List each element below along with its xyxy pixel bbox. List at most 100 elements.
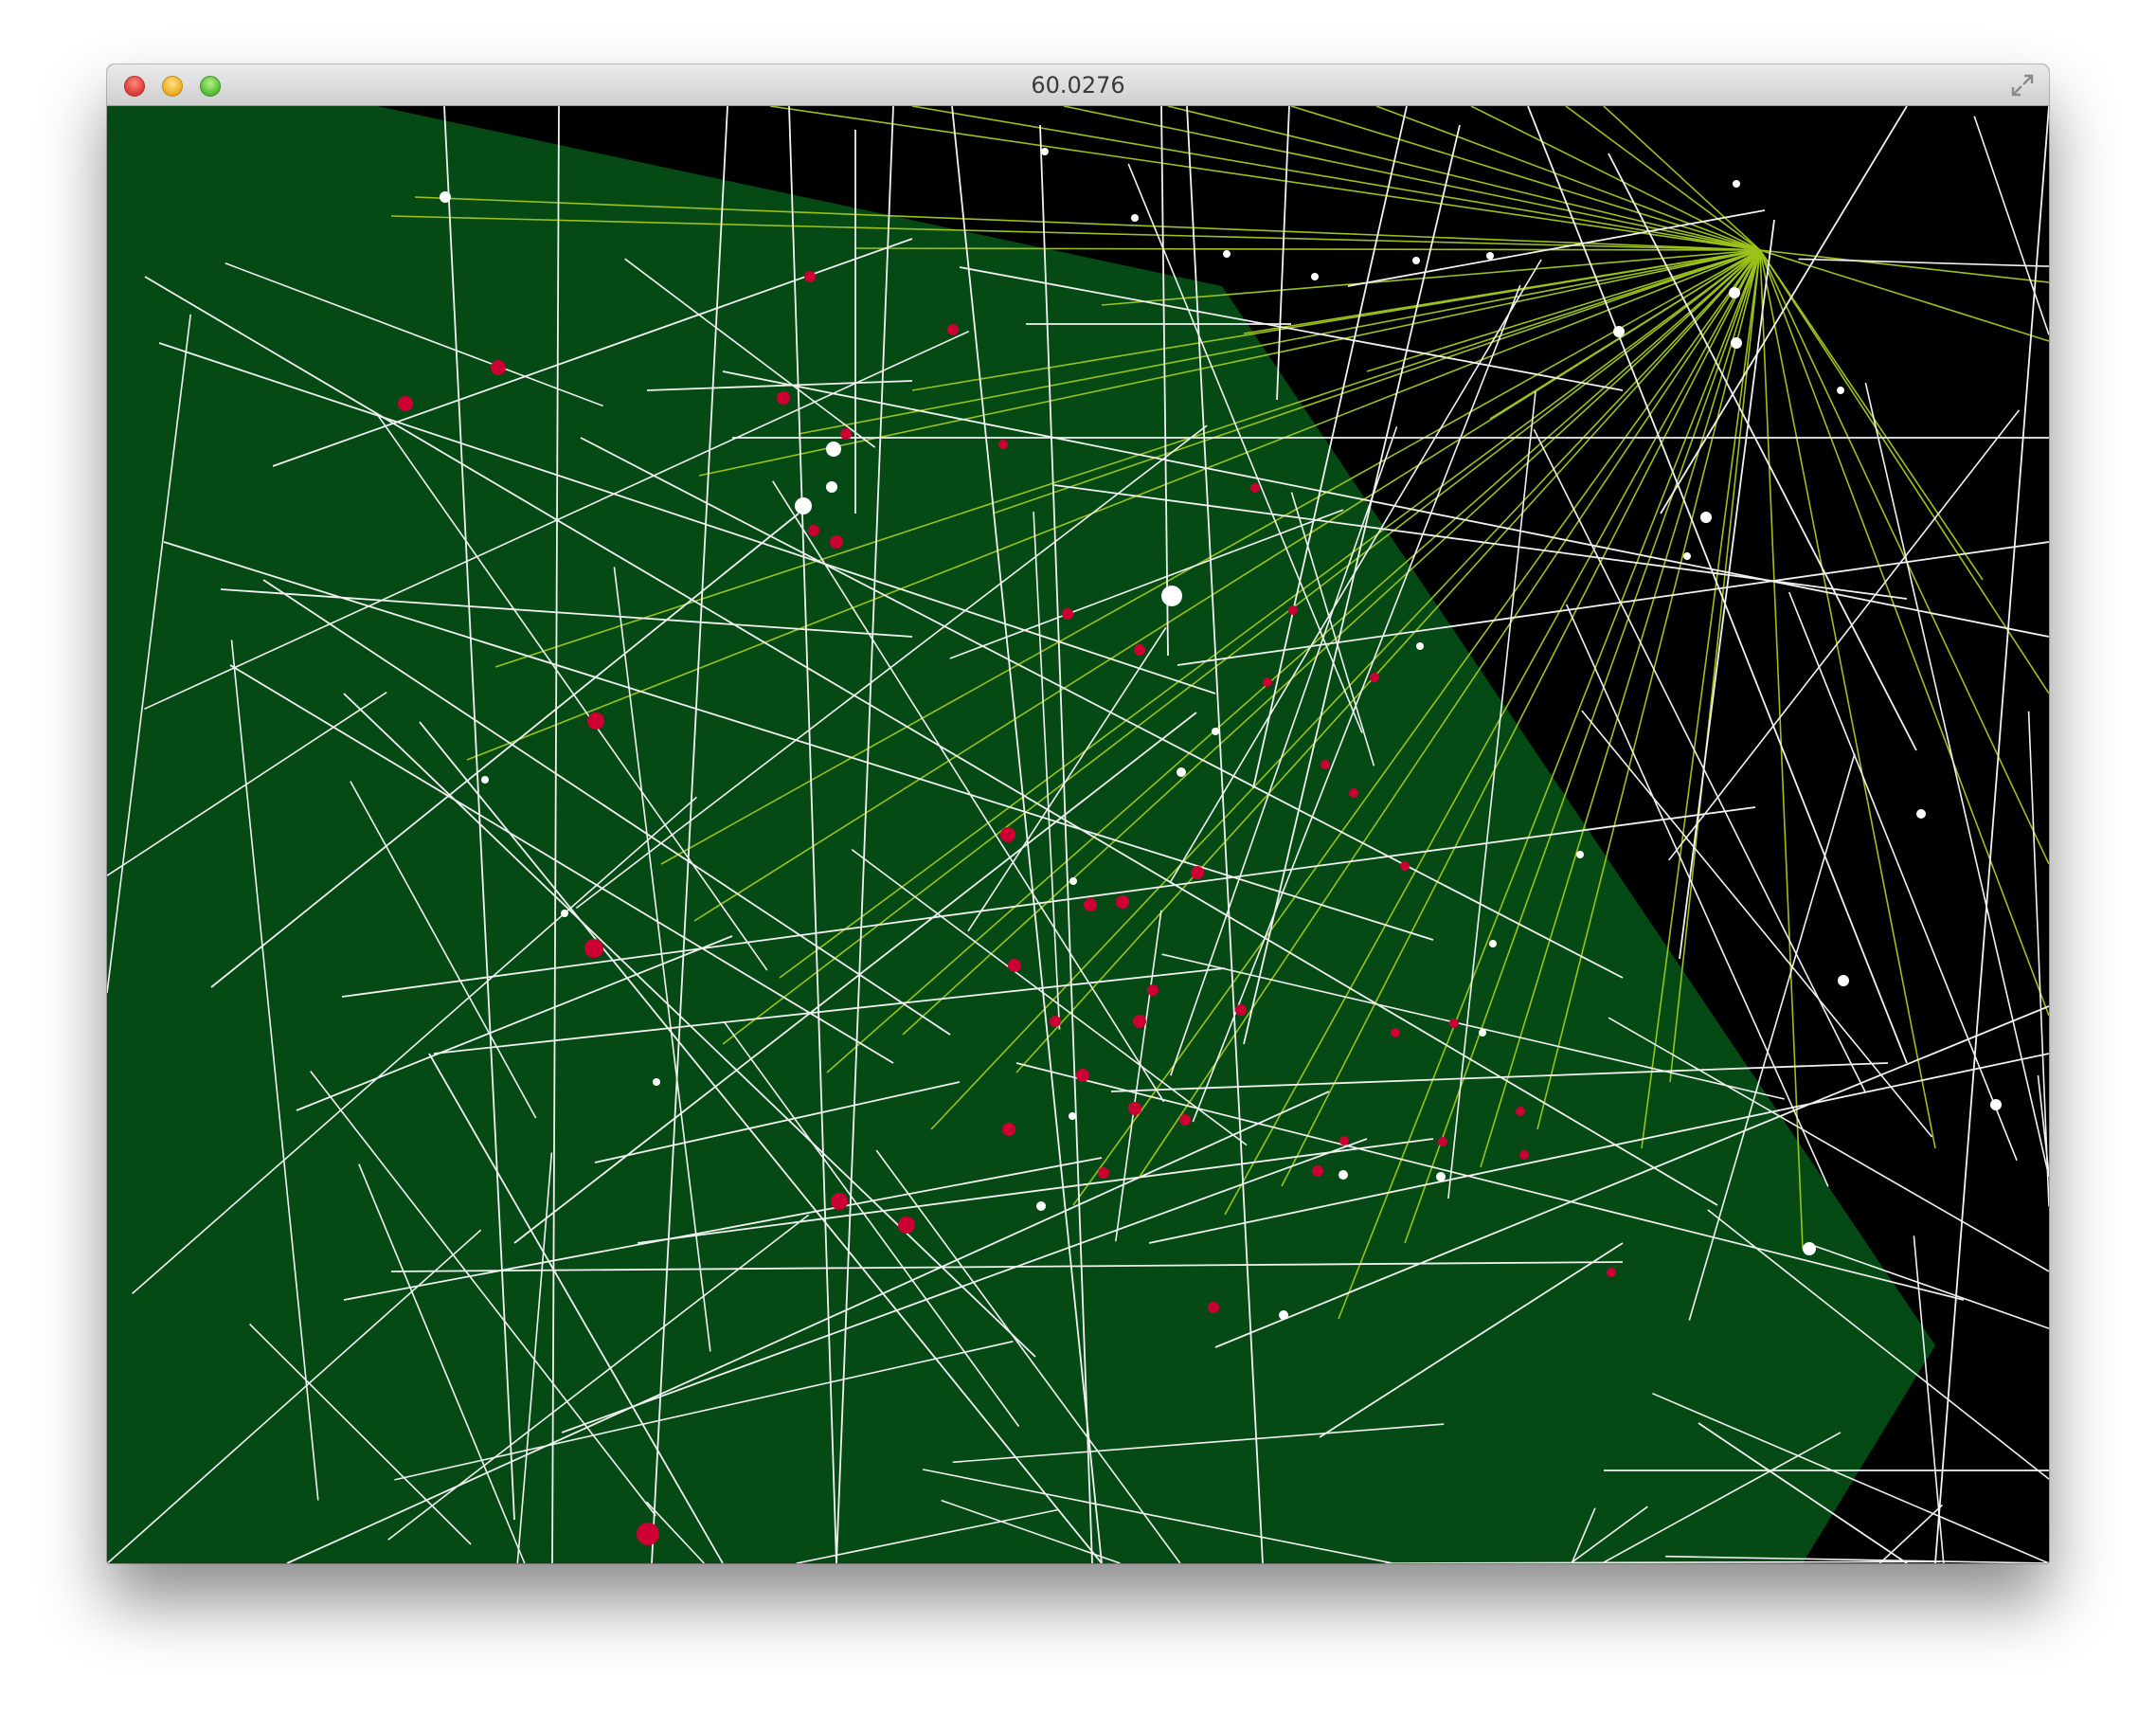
obstacle-segment bbox=[1864, 382, 2049, 1178]
white-marker bbox=[1069, 1112, 1076, 1120]
light-ray bbox=[1063, 105, 1761, 251]
white-marker bbox=[1212, 728, 1219, 735]
red-marker bbox=[998, 440, 1008, 449]
red-marker bbox=[830, 535, 843, 549]
white-marker bbox=[826, 481, 837, 493]
title-bar[interactable]: 60.0276 bbox=[107, 64, 2049, 106]
light-ray bbox=[1167, 105, 1761, 251]
red-marker bbox=[1191, 866, 1204, 879]
white-marker bbox=[1069, 877, 1077, 885]
red-marker bbox=[1084, 898, 1097, 911]
light-ray bbox=[1375, 105, 1761, 251]
window-title: 60.0276 bbox=[1031, 72, 1125, 99]
red-marker bbox=[808, 525, 819, 536]
red-marker bbox=[804, 271, 816, 282]
red-marker bbox=[1050, 1016, 1061, 1027]
white-marker bbox=[1412, 257, 1420, 264]
white-marker bbox=[1036, 1201, 1046, 1211]
red-marker bbox=[1134, 644, 1145, 656]
light-ray bbox=[1759, 249, 2049, 1017]
white-marker bbox=[1479, 1029, 1486, 1037]
red-marker bbox=[947, 324, 959, 335]
red-marker bbox=[1370, 673, 1379, 682]
red-marker bbox=[1076, 1069, 1089, 1082]
red-marker bbox=[1147, 984, 1159, 996]
red-marker bbox=[1321, 760, 1330, 769]
white-marker bbox=[1223, 250, 1231, 258]
fullscreen-arrows-icon[interactable] bbox=[2009, 72, 2036, 99]
red-marker bbox=[1235, 1004, 1247, 1016]
red-marker bbox=[1128, 1102, 1141, 1115]
white-marker bbox=[1489, 940, 1497, 947]
light-ray bbox=[1290, 105, 1761, 251]
app-window: 60.0276 bbox=[107, 64, 2049, 1563]
red-marker bbox=[1339, 1136, 1349, 1145]
obstacle-segment bbox=[1878, 1504, 1943, 1563]
red-marker bbox=[1208, 1302, 1219, 1313]
white-marker bbox=[1486, 252, 1494, 260]
white-marker bbox=[1683, 552, 1691, 560]
red-marker bbox=[777, 391, 790, 405]
light-ray bbox=[1603, 105, 1761, 251]
red-marker bbox=[1179, 1114, 1191, 1126]
red-marker bbox=[1349, 788, 1358, 798]
red-marker bbox=[1607, 1268, 1616, 1277]
red-marker bbox=[1000, 827, 1015, 842]
white-marker bbox=[1177, 767, 1186, 777]
white-marker bbox=[1311, 273, 1319, 280]
red-marker bbox=[898, 1217, 915, 1234]
white-marker bbox=[1837, 387, 1844, 394]
white-marker bbox=[481, 776, 489, 784]
visibility-polygon bbox=[107, 106, 1935, 1563]
red-marker bbox=[1400, 861, 1410, 871]
red-marker bbox=[1516, 1107, 1525, 1116]
obstacle-segment bbox=[1973, 116, 2049, 335]
white-marker bbox=[1990, 1099, 2002, 1110]
red-marker bbox=[398, 396, 413, 411]
white-marker bbox=[561, 910, 568, 917]
red-marker bbox=[1133, 1015, 1146, 1028]
red-marker bbox=[587, 712, 604, 730]
render-canvas[interactable] bbox=[107, 105, 2049, 1563]
red-marker bbox=[1098, 1167, 1109, 1179]
red-marker bbox=[491, 360, 506, 375]
white-marker bbox=[1436, 1172, 1446, 1181]
red-marker bbox=[1263, 677, 1272, 687]
light-ray bbox=[1759, 249, 1984, 581]
white-marker bbox=[1613, 326, 1625, 337]
white-marker bbox=[1729, 287, 1740, 298]
white-marker bbox=[440, 191, 451, 203]
obstacle-segment bbox=[1798, 258, 2049, 267]
red-marker bbox=[637, 1523, 659, 1545]
light-ray bbox=[1759, 249, 2049, 342]
red-marker bbox=[840, 428, 852, 440]
obstacle-segment bbox=[1913, 1235, 1945, 1563]
obstacle-segment bbox=[1608, 153, 1917, 751]
white-marker bbox=[1041, 148, 1049, 155]
white-marker bbox=[1838, 975, 1849, 986]
red-marker bbox=[1008, 959, 1021, 972]
white-marker bbox=[795, 497, 812, 514]
scene-svg bbox=[107, 105, 2049, 1563]
red-marker bbox=[1449, 1019, 1459, 1028]
white-marker bbox=[1916, 809, 1926, 819]
red-marker bbox=[1438, 1137, 1447, 1146]
red-marker bbox=[1288, 605, 1298, 615]
red-marker bbox=[1519, 1150, 1529, 1160]
white-marker bbox=[1279, 1310, 1288, 1320]
white-marker bbox=[1576, 851, 1584, 858]
white-marker bbox=[1161, 586, 1182, 606]
light-ray bbox=[1101, 249, 1761, 306]
red-marker bbox=[831, 1193, 848, 1210]
red-marker bbox=[1312, 1165, 1323, 1177]
red-marker bbox=[1250, 483, 1260, 493]
red-marker bbox=[1002, 1123, 1015, 1136]
white-marker bbox=[1131, 214, 1139, 222]
white-marker bbox=[1416, 642, 1424, 650]
white-marker bbox=[1339, 1170, 1348, 1180]
white-marker bbox=[1700, 512, 1712, 523]
red-marker bbox=[1391, 1028, 1400, 1037]
obstacle-segment bbox=[1660, 105, 1908, 514]
white-marker bbox=[1733, 180, 1740, 188]
white-marker bbox=[653, 1078, 660, 1086]
